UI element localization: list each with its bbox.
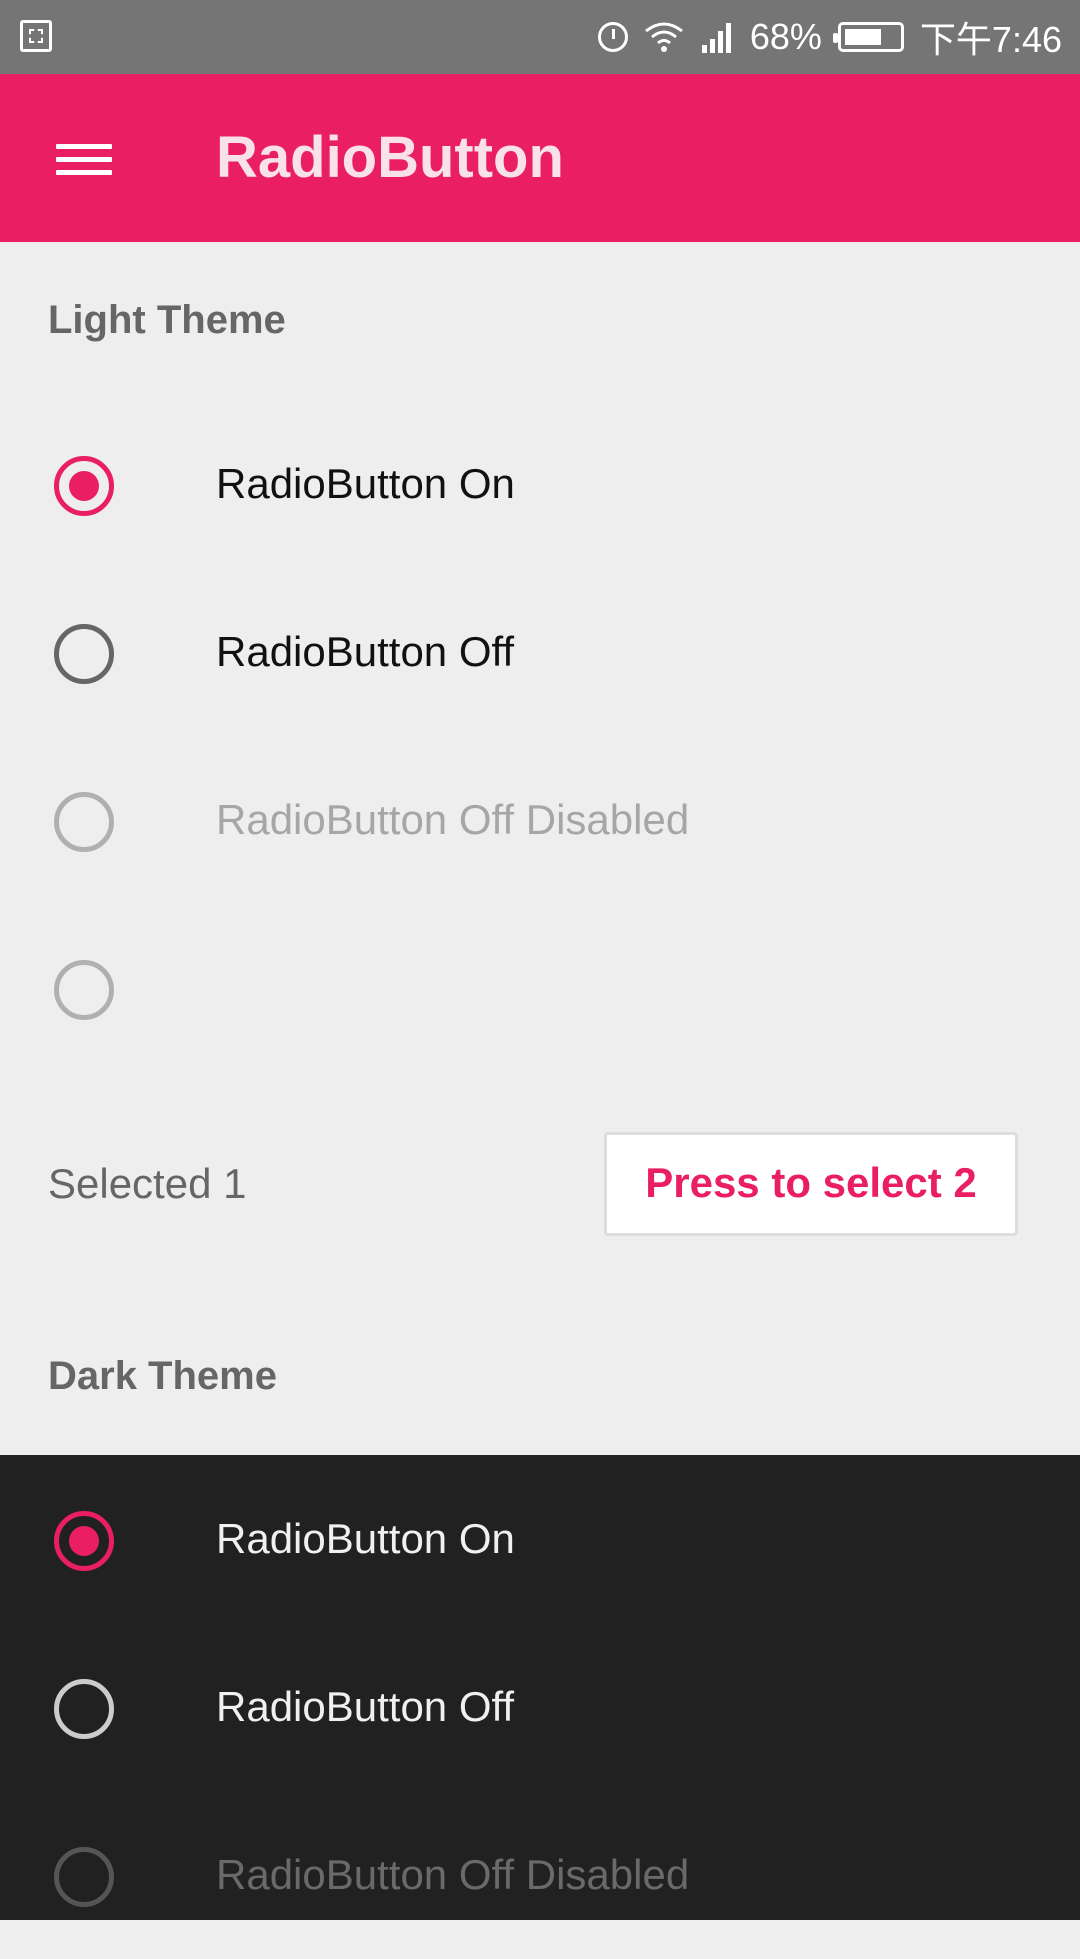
dark-radio-off-row[interactable]: RadioButton Off — [0, 1623, 1080, 1791]
light-radio-on-label[interactable]: RadioButton On — [216, 400, 515, 568]
signal-icon — [700, 21, 734, 53]
dark-radio-disabled-row: RadioButton Off Disabled — [0, 1791, 1080, 1959]
selected-status: Selected 1 — [48, 1160, 247, 1207]
dark-radio-disabled-label: RadioButton Off Disabled — [216, 1851, 690, 1898]
app-bar: RadioButton — [0, 74, 1080, 242]
alarm-icon — [597, 22, 628, 52]
dark-radio-on-row[interactable]: RadioButton On — [0, 1455, 1080, 1623]
light-radio-disabled-row: RadioButton Off Disabled — [0, 736, 1080, 904]
page-title: RadioButton — [216, 125, 564, 190]
radio-disabled-icon — [54, 960, 114, 1020]
radio-disabled-icon — [54, 1847, 114, 1907]
status-bar-right: 68% 下午7:46 — [597, 0, 1062, 74]
menu-icon[interactable] — [56, 140, 112, 180]
dark-radio-off-label[interactable]: RadioButton Off — [216, 1623, 514, 1791]
radio-disabled-icon — [54, 792, 114, 852]
light-radio-empty-row — [0, 904, 1080, 1072]
battery-icon — [832, 22, 904, 52]
light-radio-off-row[interactable]: RadioButton Off — [0, 568, 1080, 736]
clock: 下午7:46 — [919, 19, 1062, 60]
screenshot-icon — [20, 20, 52, 52]
dark-theme-panel: RadioButton On RadioButton Off RadioButt… — [0, 1455, 1080, 1920]
status-bar: 68% 下午7:46 — [0, 0, 1080, 74]
dark-radio-on-label[interactable]: RadioButton On — [216, 1455, 515, 1623]
radio-unchecked-icon[interactable] — [54, 1679, 114, 1739]
battery-percent: 68% — [749, 16, 822, 57]
light-radio-on-row[interactable]: RadioButton On — [0, 400, 1080, 568]
select-2-button[interactable]: Press to select 2 — [604, 1132, 1018, 1236]
radio-checked-icon[interactable] — [54, 1511, 114, 1571]
light-theme-title: Light Theme — [48, 298, 286, 342]
light-radio-off-label[interactable]: RadioButton Off — [216, 568, 514, 736]
light-radio-disabled-label: RadioButton Off Disabled — [216, 796, 690, 843]
wifi-icon — [644, 21, 684, 53]
dark-theme-title: Dark Theme — [48, 1354, 277, 1398]
radio-unchecked-icon[interactable] — [54, 624, 114, 684]
radio-checked-icon[interactable] — [54, 456, 114, 516]
